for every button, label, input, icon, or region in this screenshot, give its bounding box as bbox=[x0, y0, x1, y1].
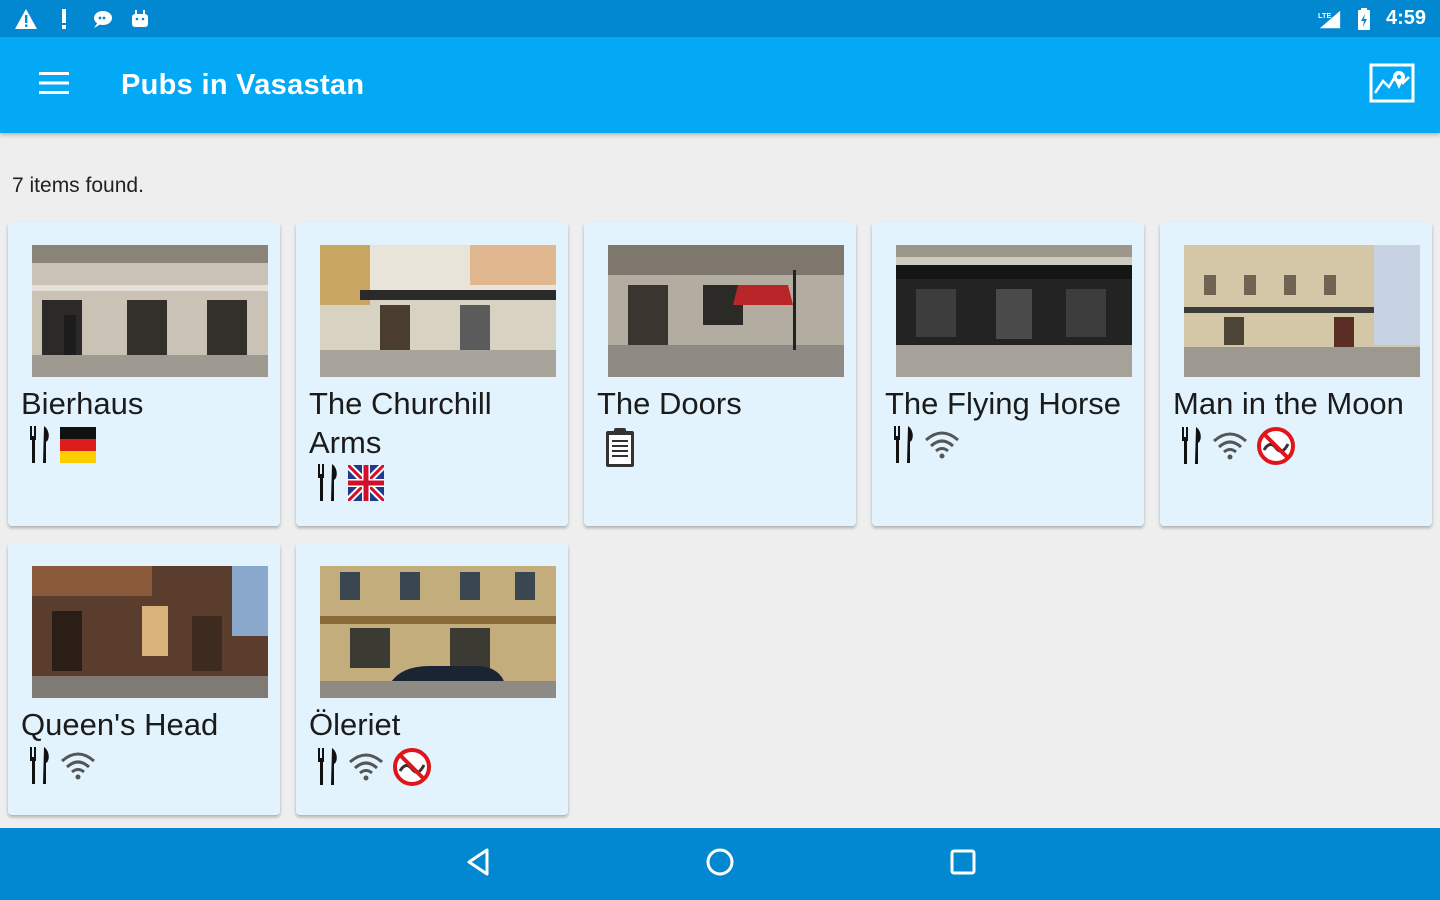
pub-card[interactable]: The Doors bbox=[584, 222, 856, 526]
pub-name: The Churchill Arms bbox=[309, 386, 492, 460]
recents-button[interactable] bbox=[943, 844, 983, 884]
clock: 4:59 bbox=[1385, 7, 1426, 29]
navigation-bar bbox=[0, 828, 1440, 900]
pub-photo bbox=[320, 566, 556, 698]
restaurant-icon bbox=[316, 748, 340, 786]
clipboard-icon bbox=[604, 426, 636, 468]
uk-flag-icon bbox=[348, 465, 384, 501]
amenity-list bbox=[1180, 426, 1296, 466]
warning-icon bbox=[14, 7, 38, 31]
pub-card[interactable]: Queen's Head bbox=[8, 543, 280, 815]
back-button[interactable] bbox=[458, 844, 498, 884]
pub-name: Man in the Moon bbox=[1173, 386, 1404, 421]
hamburger-menu-icon bbox=[39, 71, 69, 99]
map-view-button[interactable] bbox=[1366, 59, 1418, 111]
battery-icon bbox=[1352, 7, 1376, 31]
germany-flag-icon bbox=[60, 427, 96, 463]
results-count: 7 items found. bbox=[12, 174, 144, 197]
svg-text:LTE: LTE bbox=[1318, 11, 1331, 20]
recents-icon bbox=[949, 848, 977, 881]
pub-card[interactable]: The Churchill Arms bbox=[296, 222, 568, 526]
amenity-list bbox=[892, 426, 960, 464]
amenity-list bbox=[316, 464, 384, 502]
page-title: Pubs in Vasastan bbox=[121, 68, 365, 101]
pub-name: Bierhaus bbox=[21, 386, 144, 421]
pub-card[interactable]: Bierhaus bbox=[8, 222, 280, 526]
amenity-list bbox=[316, 747, 432, 787]
restaurant-icon bbox=[1180, 427, 1204, 465]
pub-photo bbox=[32, 566, 268, 698]
pub-name: Queen's Head bbox=[21, 707, 219, 742]
pub-card[interactable]: Man in the Moon bbox=[1160, 222, 1432, 526]
home-icon bbox=[705, 847, 735, 882]
restaurant-icon bbox=[28, 426, 52, 464]
wifi-icon bbox=[1212, 431, 1248, 461]
menu-button[interactable] bbox=[27, 58, 81, 112]
status-bar: LTE 4:59 bbox=[0, 0, 1440, 37]
pub-photo bbox=[320, 245, 556, 377]
home-button[interactable] bbox=[700, 844, 740, 884]
restaurant-icon bbox=[892, 426, 916, 464]
pub-card[interactable]: The Flying Horse bbox=[872, 222, 1144, 526]
wifi-icon bbox=[924, 430, 960, 460]
map-icon bbox=[1369, 63, 1415, 108]
amenity-list bbox=[28, 747, 96, 785]
wifi-icon bbox=[348, 752, 384, 782]
pub-photo bbox=[1184, 245, 1420, 377]
pub-card[interactable]: Öleriet bbox=[296, 543, 568, 815]
pub-photo bbox=[896, 245, 1132, 377]
notification-icons bbox=[0, 7, 152, 31]
pub-photo bbox=[608, 245, 844, 377]
back-icon bbox=[465, 847, 491, 882]
signal-icon: LTE bbox=[1318, 7, 1342, 31]
app-bar: Pubs in Vasastan bbox=[0, 37, 1440, 133]
restaurant-icon bbox=[28, 747, 52, 785]
no-smoking-icon bbox=[1256, 426, 1296, 466]
system-status: LTE 4:59 bbox=[1318, 7, 1440, 31]
pub-name: The Flying Horse bbox=[885, 386, 1122, 421]
alert-icon bbox=[52, 7, 76, 31]
amenity-list bbox=[604, 426, 636, 468]
chat-icon bbox=[90, 7, 114, 31]
pub-photo bbox=[32, 245, 268, 377]
pub-name: The Doors bbox=[597, 386, 742, 421]
android-icon bbox=[128, 7, 152, 31]
restaurant-icon bbox=[316, 464, 340, 502]
wifi-icon bbox=[60, 751, 96, 781]
no-smoking-icon bbox=[392, 747, 432, 787]
amenity-list bbox=[28, 426, 96, 464]
pub-name: Öleriet bbox=[309, 707, 401, 742]
